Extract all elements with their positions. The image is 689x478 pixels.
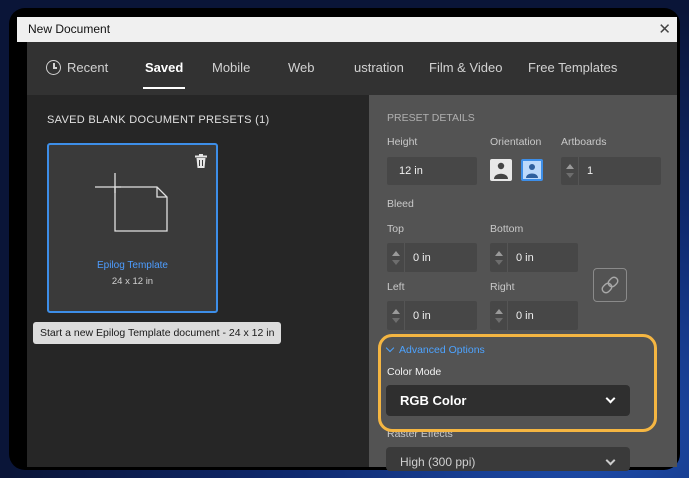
height-field[interactable]: 12 in xyxy=(387,157,477,185)
chevron-down-icon xyxy=(605,393,616,404)
artboards-label: Artboards xyxy=(561,136,607,148)
preset-tooltip: Start a new Epilog Template document - 2… xyxy=(33,322,282,344)
raster-effects-value: High (300 ppi) xyxy=(400,455,476,469)
link-icon[interactable] xyxy=(593,268,627,302)
clock-icon xyxy=(46,60,61,75)
tab-saved-label: Saved xyxy=(145,60,184,75)
preset-details-heading: PRESET DETAILS xyxy=(387,112,475,124)
landscape-orientation-icon[interactable] xyxy=(521,159,543,181)
artboards-value: 1 xyxy=(587,165,594,177)
preset-card[interactable]: Epilog Template 24 x 12 in xyxy=(47,143,218,313)
top-label: Top xyxy=(387,223,404,235)
artboard-icon xyxy=(95,173,168,232)
artboards-field[interactable]: 1 xyxy=(561,157,661,185)
advanced-options-toggle[interactable]: Advanced Options xyxy=(385,343,485,356)
tab-free-templates[interactable]: Free Templates xyxy=(528,60,617,75)
close-icon[interactable]: ✕ xyxy=(658,17,671,42)
raster-effects-select[interactable]: High (300 ppi) xyxy=(386,447,630,471)
orientation-label: Orientation xyxy=(490,136,542,148)
preset-name: Epilog Template xyxy=(97,260,168,271)
tab-web-label: Web xyxy=(288,60,315,75)
preset-size: 24 x 12 in xyxy=(111,276,154,287)
color-mode-label: Color Mode xyxy=(387,366,442,378)
tab-recent-label: Recent xyxy=(67,60,109,75)
right-stepper[interactable] xyxy=(490,301,508,330)
top-stepper[interactable] xyxy=(387,243,405,272)
tab-bar: Recent Saved Mobile Web ustration Film &… xyxy=(27,42,677,95)
artboards-stepper[interactable] xyxy=(561,157,579,185)
bleed-top-field[interactable]: 0 in xyxy=(387,243,477,272)
trash-icon[interactable] xyxy=(195,154,207,168)
preset-details-panel: PRESET DETAILS Height 12 in Orientation … xyxy=(369,95,677,471)
right-value: 0 in xyxy=(516,309,534,322)
bottom-label: Bottom xyxy=(490,223,524,235)
bleed-bottom-field[interactable]: 0 in xyxy=(490,243,578,272)
tab-film-video[interactable]: Film & Video xyxy=(429,60,502,75)
advanced-options-label: Advanced Options xyxy=(399,344,485,356)
tab-free-templates-label: Free Templates xyxy=(528,60,618,75)
tab-web[interactable]: Web xyxy=(288,60,315,75)
height-label: Height xyxy=(387,136,418,148)
left-stepper[interactable] xyxy=(387,301,405,330)
height-value: 12 in xyxy=(399,165,423,177)
chevron-down-icon xyxy=(605,455,616,466)
tab-saved[interactable]: Saved xyxy=(142,60,186,89)
color-mode-select[interactable]: RGB Color xyxy=(386,385,630,416)
presets-heading: SAVED BLANK DOCUMENT PRESETS (1) xyxy=(47,114,270,126)
tab-mobile-label: Mobile xyxy=(212,60,251,75)
tab-illustration-label: ustration xyxy=(354,60,404,75)
top-value: 0 in xyxy=(413,251,431,264)
left-label: Left xyxy=(387,281,405,293)
bleed-left-field[interactable]: 0 in xyxy=(387,301,477,330)
tab-illustration[interactable]: ustration xyxy=(354,60,404,75)
bottom-stepper[interactable] xyxy=(490,243,508,272)
left-value: 0 in xyxy=(413,309,431,322)
presets-panel: SAVED BLANK DOCUMENT PRESETS (1) Epilog … xyxy=(27,95,369,467)
bottom-value: 0 in xyxy=(516,251,534,264)
bleed-label: Bleed xyxy=(387,198,414,210)
color-mode-value: RGB Color xyxy=(400,393,467,408)
chevron-down-icon xyxy=(385,343,395,353)
tab-mobile[interactable]: Mobile xyxy=(212,60,250,75)
title-bar: New Document ✕ xyxy=(17,17,677,42)
tab-recent[interactable]: Recent xyxy=(46,60,108,75)
bleed-right-field[interactable]: 0 in xyxy=(490,301,578,330)
portrait-orientation-icon[interactable] xyxy=(490,159,512,181)
tab-film-video-label: Film & Video xyxy=(429,60,503,75)
window-title: New Document xyxy=(28,22,111,36)
right-label: Right xyxy=(490,281,515,293)
raster-effects-label: Raster Effects xyxy=(387,428,453,440)
